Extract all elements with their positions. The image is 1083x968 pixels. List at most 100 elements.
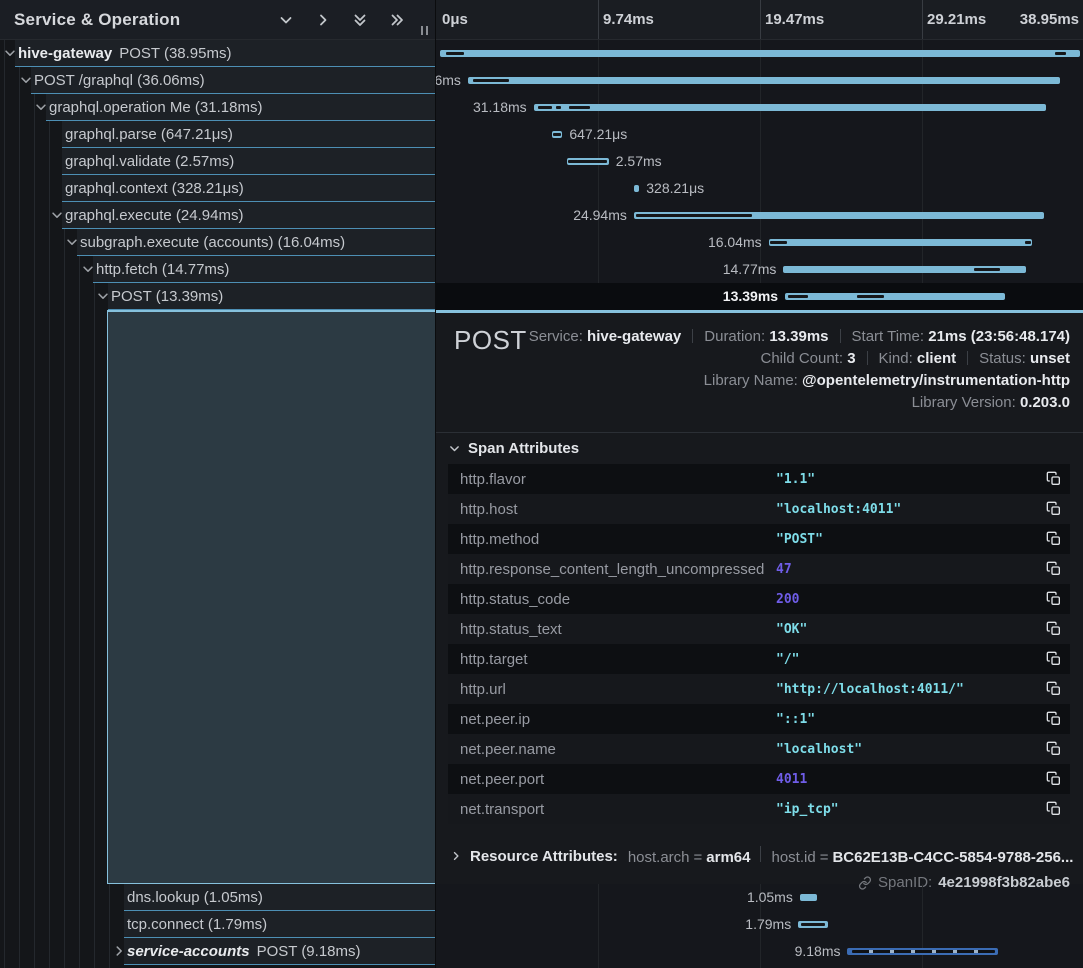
span-attributes-header[interactable]: Span Attributes	[448, 440, 579, 457]
span-row[interactable]: POST /graphql (36.06ms)	[0, 67, 435, 94]
timeline-row[interactable]: 38.95ms	[436, 40, 1083, 67]
span-name: POST /graphql (36.06ms)	[34, 72, 205, 89]
collapse-all-icon[interactable]	[352, 12, 368, 28]
timeline-row[interactable]: 9.18ms	[436, 938, 1083, 965]
copy-icon[interactable]	[1046, 711, 1062, 727]
equals-sign: =	[816, 849, 833, 866]
span-duration-bar[interactable]	[634, 185, 639, 192]
attribute-value: "/"	[776, 652, 799, 667]
timeline-row[interactable]: 31.18ms	[436, 94, 1083, 121]
timeline-axis: 0μs 9.74ms 19.47ms 29.21ms 38.95ms	[436, 0, 1083, 40]
column-resize-grip-icon[interactable]	[419, 26, 429, 36]
panel-title: Service & Operation	[14, 0, 180, 40]
copy-icon[interactable]	[1046, 621, 1062, 637]
timeline-row[interactable]: 24.94ms	[436, 202, 1083, 229]
timeline-row[interactable]: 1.05ms	[436, 884, 1083, 911]
timeline-row[interactable]: 16.04ms	[436, 229, 1083, 256]
copy-icon[interactable]	[1046, 471, 1062, 487]
span-name: graphql.context (328.21μs)	[65, 180, 244, 197]
copy-icon[interactable]	[1046, 771, 1062, 787]
span-duration-bar[interactable]	[567, 158, 609, 165]
overview-value: 0.203.0	[1020, 394, 1070, 411]
timeline-row[interactable]: 13.39ms	[436, 283, 1083, 310]
span-detail-title: POST	[454, 325, 527, 356]
copy-icon[interactable]	[1046, 561, 1062, 577]
span-row[interactable]: graphql.parse (647.21μs)	[0, 121, 435, 148]
chevron-down-icon[interactable]	[96, 289, 110, 303]
chevron-down-icon[interactable]	[50, 208, 64, 222]
span-row[interactable]: graphql.execute (24.94ms)	[0, 202, 435, 229]
span-row[interactable]: subgraph.execute (accounts) (16.04ms)	[0, 229, 435, 256]
span-row[interactable]: graphql.context (328.21μs)	[0, 175, 435, 202]
expand-one-icon[interactable]	[315, 12, 331, 28]
copy-icon[interactable]	[1046, 501, 1062, 517]
span-duration-bar[interactable]	[634, 212, 1044, 219]
overview-value: unset	[1030, 350, 1070, 367]
child-span-segment	[569, 106, 590, 109]
attribute-value: "::1"	[776, 712, 815, 727]
span-duration-bar[interactable]	[769, 239, 1033, 246]
span-row[interactable]: graphql.validate (2.57ms)	[0, 148, 435, 175]
span-row[interactable]: http.fetch (14.77ms)	[0, 256, 435, 283]
attribute-value: "localhost"	[776, 742, 862, 757]
span-duration-bar[interactable]	[800, 894, 817, 901]
span-duration-bar[interactable]	[552, 131, 563, 138]
span-row-content: dns.lookup (1.05ms)	[124, 884, 435, 911]
copy-icon[interactable]	[1046, 531, 1062, 547]
overview-value: 13.39ms	[769, 328, 828, 345]
attribute-value: "POST"	[776, 532, 823, 547]
chevron-down-icon[interactable]	[19, 73, 33, 87]
span-row[interactable]: tcp.connect (1.79ms)	[0, 911, 435, 938]
attribute-key: net.transport	[448, 801, 544, 818]
span-name: http.fetch (14.77ms)	[96, 261, 229, 278]
timeline-row[interactable]: 14.77ms	[436, 256, 1083, 283]
overview-label: Library Version:	[912, 394, 1016, 411]
span-duration-label: 16.04ms	[708, 229, 762, 256]
span-duration-bar[interactable]	[468, 77, 1061, 84]
span-row[interactable]: service-accountsPOST (9.18ms)	[0, 938, 435, 965]
copy-icon[interactable]	[1046, 681, 1062, 697]
copy-icon[interactable]	[1046, 741, 1062, 757]
span-duration-bar[interactable]	[783, 266, 1026, 273]
span-attributes-table: http.flavor"1.1"http.host"localhost:4011…	[448, 464, 1070, 824]
copy-icon[interactable]	[1046, 801, 1062, 817]
timeline-row[interactable]: 2.57ms	[436, 148, 1083, 175]
collapse-one-icon[interactable]	[278, 12, 294, 28]
copy-icon[interactable]	[1046, 651, 1062, 667]
span-row-content: POST /graphql (36.06ms)	[31, 67, 435, 94]
timeline-row[interactable]: 647.21μs	[436, 121, 1083, 148]
span-duration-bar[interactable]	[440, 50, 1080, 57]
chevron-down-icon[interactable]	[81, 262, 95, 276]
span-detail-panel: POST Service: hive-gatewayDuration: 13.3…	[436, 310, 1083, 884]
axis-tick: 29.21ms	[927, 0, 986, 40]
span-duration-bar[interactable]	[534, 104, 1046, 111]
timeline-row[interactable]: 1.79ms	[436, 911, 1083, 938]
timeline-row[interactable]: 328.21μs	[436, 175, 1083, 202]
span-name: graphql.parse (647.21μs)	[65, 126, 233, 143]
timeline-row[interactable]: 36.06ms	[436, 67, 1083, 94]
span-duration-label: 24.94ms	[573, 202, 627, 229]
timeline-rows-top: 38.95ms36.06ms31.18ms647.21μs2.57ms328.2…	[436, 40, 1083, 310]
span-row[interactable]: dns.lookup (1.05ms)	[0, 884, 435, 911]
chevron-down-icon[interactable]	[65, 235, 79, 249]
span-duration-bar[interactable]	[847, 948, 998, 955]
child-span-segment	[974, 268, 1000, 271]
span-duration-bar[interactable]	[785, 293, 1005, 300]
span-duration-bar[interactable]	[798, 921, 827, 928]
attribute-key: http.response_content_length_uncompresse…	[448, 561, 764, 578]
span-row[interactable]: POST (13.39ms)	[0, 283, 435, 310]
span-tree-panel: Service & Operation hive-gatewayPOST (38…	[0, 0, 435, 968]
chevron-right-icon[interactable]	[112, 944, 126, 958]
chevron-down-icon[interactable]	[34, 100, 48, 114]
expand-all-icon[interactable]	[389, 12, 405, 28]
attribute-value: "localhost:4011"	[776, 502, 901, 517]
span-row[interactable]: graphql.operation Me (31.18ms)	[0, 94, 435, 121]
span-duration-label: 1.05ms	[747, 884, 793, 911]
overview-label: Child Count:	[760, 350, 843, 367]
chevron-down-icon[interactable]	[3, 46, 17, 60]
span-row[interactable]: hive-gatewayPOST (38.95ms)	[0, 40, 435, 67]
copy-icon[interactable]	[1046, 591, 1062, 607]
resource-attributes-row[interactable]: Resource Attributes: host.arch=arm64host…	[450, 846, 1073, 866]
divider	[840, 329, 841, 343]
span-name: graphql.operation Me (31.18ms)	[49, 99, 262, 116]
